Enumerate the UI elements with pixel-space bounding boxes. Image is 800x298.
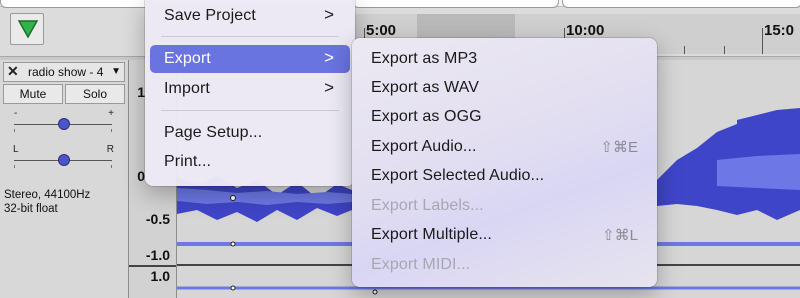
chevron-right-icon: > bbox=[324, 78, 334, 97]
menu-item-export-selected-audio[interactable]: Export Selected Audio... bbox=[357, 162, 652, 190]
scale-label-neg-one: -1.0 bbox=[145, 247, 170, 263]
dropdown-caret-icon[interactable]: ▼ bbox=[111, 66, 121, 77]
ruler-label-5min: 5:00 bbox=[366, 22, 397, 39]
gain-ticks bbox=[14, 129, 112, 132]
menu-item-label: Import bbox=[164, 80, 210, 97]
track-channel-divider bbox=[129, 265, 176, 267]
scale-label-1: 1 bbox=[137, 84, 145, 100]
menu-item-label: Export Audio... bbox=[371, 138, 477, 155]
menu-item-label: Page Setup... bbox=[164, 124, 263, 141]
menu-item-print[interactable]: Print... bbox=[150, 148, 350, 176]
pan-knob[interactable] bbox=[59, 155, 69, 165]
play-button[interactable] bbox=[10, 13, 44, 45]
menu-item-label: Export Multiple... bbox=[371, 226, 492, 243]
menu-item-label: Export bbox=[164, 50, 211, 67]
toolbar-field-left[interactable] bbox=[0, 0, 152, 8]
menu-item-export-ogg[interactable]: Export as OGG bbox=[357, 103, 652, 131]
toolbar-field-right[interactable] bbox=[562, 0, 800, 8]
menu-item-export-labels: Export Labels... bbox=[357, 192, 652, 220]
chevron-right-icon: > bbox=[324, 48, 334, 67]
menu-item-export[interactable]: Export > bbox=[150, 45, 350, 73]
ruler-label-10min: 10:00 bbox=[566, 22, 605, 39]
pan-right-label: R bbox=[106, 144, 114, 155]
pan-ticks bbox=[14, 165, 112, 168]
menu-item-export-midi: Export MIDI... bbox=[357, 251, 652, 279]
ruler-minor-tick bbox=[684, 46, 685, 54]
track-name[interactable]: radio show - 4 bbox=[28, 65, 103, 79]
menu-separator bbox=[161, 110, 339, 111]
scale-label-neg-half: -0.5 bbox=[145, 211, 170, 227]
play-triangle-icon bbox=[17, 20, 39, 39]
shortcut-label: ⇧⌘E bbox=[600, 139, 638, 156]
menu-item-label: Print... bbox=[164, 153, 212, 170]
menu-item-page-setup[interactable]: Page Setup... bbox=[150, 119, 350, 147]
mute-button[interactable]: Mute bbox=[3, 84, 63, 104]
export-submenu: Export as MP3 Export as WAV Export as OG… bbox=[352, 38, 657, 287]
ruler-label-15min: 15:0 bbox=[764, 22, 795, 39]
menu-item-label: Export Labels... bbox=[371, 197, 484, 214]
menu-item-import[interactable]: Import > bbox=[150, 75, 350, 103]
menu-item-save-project[interactable]: Save Project > bbox=[150, 2, 350, 30]
close-icon[interactable]: ✕ bbox=[7, 63, 19, 80]
pan-slider[interactable]: L R bbox=[10, 144, 116, 172]
pan-left-label: L bbox=[13, 144, 19, 155]
shortcut-label: ⇧⌘L bbox=[602, 227, 638, 244]
menu-item-label: Export as OGG bbox=[371, 108, 482, 125]
menu-item-label: Save Project bbox=[164, 7, 256, 24]
menu-item-label: Export as WAV bbox=[371, 79, 479, 96]
menu-item-label: Export as MP3 bbox=[371, 50, 478, 67]
file-menu: Save Project > Export > Import > Page Se… bbox=[145, 0, 355, 186]
track-bitdepth-info: 32-bit float bbox=[4, 203, 58, 215]
chevron-right-icon: > bbox=[324, 5, 334, 24]
gain-minus-label: - bbox=[14, 108, 18, 119]
track-name-bar[interactable]: ✕ radio show - 4 ▼ bbox=[3, 62, 125, 82]
track-format-info: Stereo, 44100Hz bbox=[4, 189, 91, 201]
track-buttons: Mute Solo bbox=[3, 84, 125, 104]
menu-separator bbox=[161, 36, 339, 37]
gain-slider[interactable]: - + bbox=[10, 108, 116, 136]
ruler-major-tick bbox=[762, 28, 763, 54]
scale-label-one: 1.0 bbox=[150, 268, 170, 284]
solo-button[interactable]: Solo bbox=[65, 84, 125, 104]
track-control-panel: ✕ radio show - 4 ▼ Mute Solo - + L R Ste… bbox=[0, 60, 129, 298]
toolbar-field-middle[interactable] bbox=[352, 0, 559, 8]
gain-plus-label: + bbox=[108, 108, 114, 119]
menu-item-label: Export Selected Audio... bbox=[371, 167, 545, 184]
menu-item-export-mp3[interactable]: Export as MP3 bbox=[357, 45, 652, 73]
menu-item-export-wav[interactable]: Export as WAV bbox=[357, 74, 652, 102]
menu-item-export-audio[interactable]: Export Audio... ⇧⌘E bbox=[357, 133, 652, 161]
gain-knob[interactable] bbox=[59, 119, 69, 129]
menu-item-export-multiple[interactable]: Export Multiple... ⇧⌘L bbox=[357, 221, 652, 249]
ruler-minor-tick bbox=[724, 46, 725, 54]
scale-label-0: 0 bbox=[137, 168, 145, 184]
menu-item-label: Export MIDI... bbox=[371, 256, 471, 273]
